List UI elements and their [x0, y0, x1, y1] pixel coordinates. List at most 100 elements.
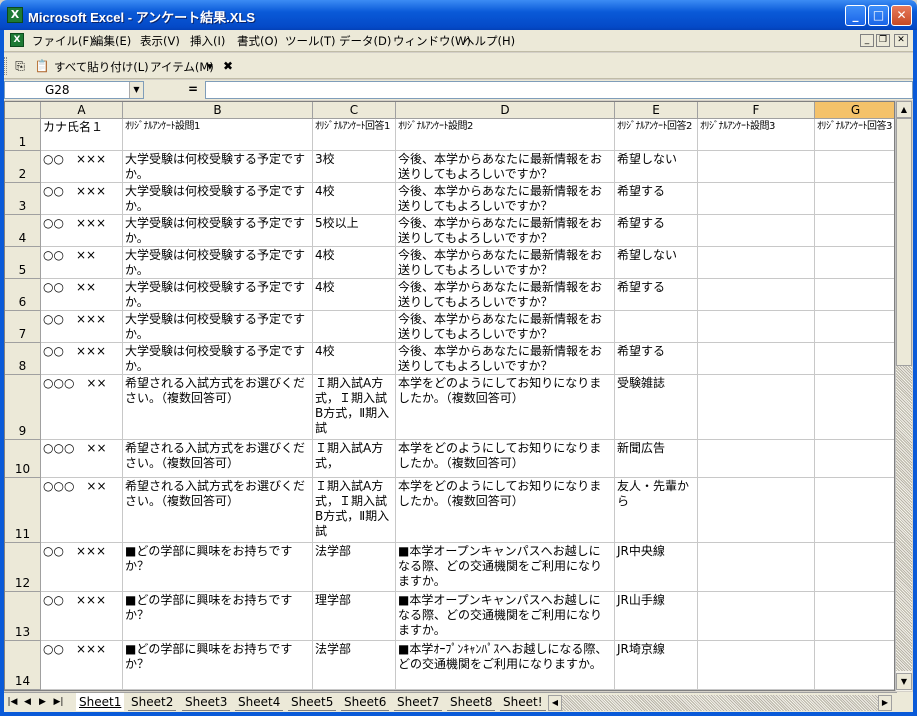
cell-f1[interactable]: ｵﾘｼﾞﾅﾙｱﾝｹｰﾄ設問3 — [698, 119, 815, 151]
column-header-f[interactable]: F — [698, 102, 815, 119]
cell-e12[interactable]: JR中央線 — [615, 543, 698, 592]
vertical-scroll-track[interactable] — [896, 366, 912, 671]
cell-f8[interactable] — [698, 343, 815, 375]
row-header-2[interactable]: 2 — [5, 151, 41, 183]
worksheet-grid[interactable]: A B C D E F G 1 カナ氏名１ ｵﾘｼﾞﾅﾙｱﾝｹｰﾄ設問1 ｵﾘｼﾞﾅﾙｱﾝｹｰﾄ回答… — [4, 101, 895, 691]
row-header-6[interactable]: 6 — [5, 279, 41, 311]
cell-c3[interactable]: 4校 — [313, 183, 396, 215]
row-header-5[interactable]: 5 — [5, 247, 41, 279]
cell-c13[interactable]: 理学部 — [313, 592, 396, 641]
cell-b7[interactable]: 大学受験は何校受験する予定ですか。 — [123, 311, 313, 343]
cell-c10[interactable]: Ｉ期入試A方式， — [313, 440, 396, 478]
tab-sheet9[interactable]: Sheet! — [500, 693, 546, 711]
items-dropdown[interactable]: アイテム(M) — [150, 59, 214, 75]
cell-b9[interactable]: 希望される入試方式をお選びください。（複数回答可） — [123, 375, 313, 440]
cell-f3[interactable] — [698, 183, 815, 215]
menu-format[interactable]: 書式(O) — [237, 33, 278, 49]
cell-c1[interactable]: ｵﾘｼﾞﾅﾙｱﾝｹｰﾄ回答1 — [313, 119, 396, 151]
row-header-3[interactable]: 3 — [5, 183, 41, 215]
excel-icon[interactable]: X — [7, 7, 23, 23]
formula-input[interactable] — [205, 81, 913, 99]
cell-g10[interactable] — [815, 440, 894, 478]
cell-b6[interactable]: 大学受験は何校受験する予定ですか。 — [123, 279, 313, 311]
cell-g11[interactable] — [815, 478, 894, 543]
doc-restore-button[interactable]: ❐ — [876, 34, 890, 47]
row-header-12[interactable]: 12 — [5, 543, 41, 592]
cell-d1[interactable]: ｵﾘｼﾞﾅﾙｱﾝｹｰﾄ設問2 — [396, 119, 615, 151]
first-sheet-button[interactable]: |◀ — [6, 695, 19, 710]
workbook-icon[interactable]: X — [10, 33, 24, 47]
cell-c8[interactable]: 4校 — [313, 343, 396, 375]
cell-d9[interactable]: 本学をどのようにしてお知りになりましたか。（複数回答可） — [396, 375, 615, 440]
cell-b2[interactable]: 大学受験は何校受験する予定ですか。 — [123, 151, 313, 183]
row-header-8[interactable]: 8 — [5, 343, 41, 375]
cell-e10[interactable]: 新聞広告 — [615, 440, 698, 478]
cell-c5[interactable]: 4校 — [313, 247, 396, 279]
cell-b3[interactable]: 大学受験は何校受験する予定ですか。 — [123, 183, 313, 215]
cell-g5[interactable] — [815, 247, 894, 279]
maximize-button[interactable]: □ — [868, 5, 889, 26]
paste-all-button[interactable]: すべて貼り付け(L) — [54, 59, 149, 75]
toolbar-grip[interactable] — [4, 57, 7, 75]
cell-a14[interactable]: ○○ ××× — [41, 641, 123, 690]
tab-sheet5[interactable]: Sheet5 — [288, 693, 337, 711]
chevron-down-icon[interactable]: ▾ — [207, 59, 213, 73]
cell-g7[interactable] — [815, 311, 894, 343]
cell-c14[interactable]: 法学部 — [313, 641, 396, 690]
cell-b5[interactable]: 大学受験は何校受験する予定ですか。 — [123, 247, 313, 279]
close-button[interactable]: ✕ — [891, 5, 912, 26]
scroll-up-button[interactable]: ▲ — [896, 101, 912, 118]
cell-c6[interactable]: 4校 — [313, 279, 396, 311]
cell-f10[interactable] — [698, 440, 815, 478]
cell-g8[interactable] — [815, 343, 894, 375]
cell-e5[interactable]: 希望しない — [615, 247, 698, 279]
last-sheet-button[interactable]: ▶| — [52, 695, 65, 710]
cell-a13[interactable]: ○○ ××× — [41, 592, 123, 641]
tab-sheet6[interactable]: Sheet6 — [341, 693, 390, 711]
column-header-g[interactable]: G — [815, 102, 894, 119]
cell-f5[interactable] — [698, 247, 815, 279]
cell-e3[interactable]: 希望する — [615, 183, 698, 215]
clear-clipboard-icon[interactable]: ✖ — [220, 58, 236, 74]
cell-b13[interactable]: ■どの学部に興味をお持ちですか？ — [123, 592, 313, 641]
tab-sheet4[interactable]: Sheet4 — [235, 693, 284, 711]
cell-c9[interactable]: Ｉ期入試A方式，Ｉ期入試B方式，Ⅱ期入試 — [313, 375, 396, 440]
cell-c12[interactable]: 法学部 — [313, 543, 396, 592]
minimize-button[interactable]: _ — [845, 5, 866, 26]
row-header-1[interactable]: 1 — [5, 119, 41, 151]
cell-d13[interactable]: ■本学オープンキャンパスへお越しになる際、どの交通機関をご利用になりますか。 — [396, 592, 615, 641]
doc-minimize-button[interactable]: _ — [860, 34, 874, 47]
cell-a10[interactable]: ○○○ ×× — [41, 440, 123, 478]
row-header-9[interactable]: 9 — [5, 375, 41, 440]
tab-sheet2[interactable]: Sheet2 — [128, 693, 177, 711]
cell-e11[interactable]: 友人・先輩から — [615, 478, 698, 543]
column-header-c[interactable]: C — [313, 102, 396, 119]
menu-edit[interactable]: 編集(E) — [92, 33, 131, 49]
cell-a9[interactable]: ○○○ ×× — [41, 375, 123, 440]
cell-e1[interactable]: ｵﾘｼﾞﾅﾙｱﾝｹｰﾄ回答2 — [615, 119, 698, 151]
cell-b8[interactable]: 大学受験は何校受験する予定ですか。 — [123, 343, 313, 375]
row-header-14[interactable]: 14 — [5, 641, 41, 690]
cell-e2[interactable]: 希望しない — [615, 151, 698, 183]
cell-e14[interactable]: JR埼京線 — [615, 641, 698, 690]
next-sheet-button[interactable]: ▶ — [36, 695, 49, 710]
cell-f4[interactable] — [698, 215, 815, 247]
cell-a1[interactable]: カナ氏名１ — [41, 119, 123, 151]
cell-g4[interactable] — [815, 215, 894, 247]
cell-f9[interactable] — [698, 375, 815, 440]
menu-insert[interactable]: 挿入(I) — [190, 33, 225, 49]
row-header-10[interactable]: 10 — [5, 440, 41, 478]
row-header-7[interactable]: 7 — [5, 311, 41, 343]
paste-all-icon[interactable]: 📋 — [34, 58, 50, 74]
copy-icon[interactable]: ⎘ — [12, 58, 28, 74]
vertical-scroll-thumb[interactable] — [896, 118, 912, 366]
cell-f7[interactable] — [698, 311, 815, 343]
cell-g1[interactable]: ｵﾘｼﾞﾅﾙｱﾝｹｰﾄ回答3 — [815, 119, 894, 151]
cell-e6[interactable]: 希望する — [615, 279, 698, 311]
row-header-4[interactable]: 4 — [5, 215, 41, 247]
cell-c4[interactable]: 5校以上 — [313, 215, 396, 247]
cell-e7[interactable] — [615, 311, 698, 343]
cell-g3[interactable] — [815, 183, 894, 215]
cell-a3[interactable]: ○○ ××× — [41, 183, 123, 215]
cell-d2[interactable]: 今後、本学からあなたに最新情報をお送りしてもよろしいですか？ — [396, 151, 615, 183]
